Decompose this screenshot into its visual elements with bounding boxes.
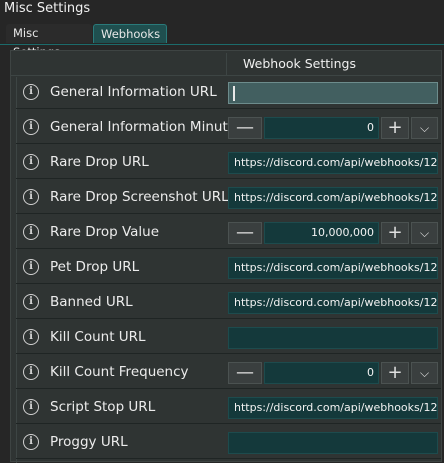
proggy-url-input[interactable]: [228, 432, 438, 454]
rare-drop-value-stepper: —10,000,000 + ⌵: [228, 222, 438, 244]
setting-label: General Information Minutes: [50, 119, 244, 135]
panel-header-title: Webhook Settings: [243, 56, 356, 71]
info-icon[interactable]: i: [23, 434, 39, 450]
setting-row-rare-drop-url: i Rare Drop URL https://discord.com/api/we…: [16, 148, 441, 179]
plus-icon[interactable]: +: [381, 222, 409, 244]
setting-row-general-information-minutes: i General Information Minutes —0 + ⌵: [16, 113, 441, 144]
setting-row-rare-drop-value: i Rare Drop Value —10,000,000 + ⌵: [16, 218, 441, 249]
chevron-down-icon[interactable]: ⌵: [411, 362, 438, 384]
minus-icon[interactable]: —: [228, 362, 262, 384]
tab-bar: Misc Settings Webhooks: [0, 22, 444, 59]
general-information-url-input[interactable]: [228, 82, 438, 104]
info-icon[interactable]: i: [23, 224, 39, 240]
setting-row-script-stop-url: i Script Stop URL https://discord.com/api/…: [16, 393, 441, 424]
window-title: Misc Settings: [4, 1, 91, 16]
setting-label: Script Stop URL: [50, 399, 156, 415]
setting-label: Pet Drop URL: [50, 259, 140, 275]
kill-count-frequency-value[interactable]: 0: [264, 362, 379, 384]
setting-row-rare-drop-screenshot-url: i Rare Drop Screenshot URL https://discord…: [16, 183, 441, 214]
setting-row-kill-count-frequency: i Kill Count Frequency —0 + ⌵: [16, 358, 441, 389]
panel-header: Webhook Settings: [11, 53, 441, 76]
setting-label: Kill Count Frequency: [50, 364, 189, 380]
banned-url-input[interactable]: https://discord.com/api/webhooks/12: [228, 292, 438, 314]
rare-drop-screenshot-url-input[interactable]: https://discord.com/api/webhooks/12: [228, 187, 438, 209]
rare-drop-value-value[interactable]: 10,000,000: [264, 222, 379, 244]
setting-label: Rare Drop URL: [50, 154, 149, 170]
setting-label: Rare Drop Value: [50, 224, 160, 240]
info-icon[interactable]: i: [23, 119, 39, 135]
setting-label: Rare Drop Screenshot URL: [50, 189, 229, 205]
tab-webhooks[interactable]: Webhooks: [93, 24, 167, 43]
info-icon[interactable]: i: [23, 259, 39, 275]
info-icon[interactable]: i: [23, 399, 39, 415]
setting-row-pet-drop-url: i Pet Drop URL https://discord.com/api/web…: [16, 253, 441, 284]
pet-drop-url-input[interactable]: https://discord.com/api/webhooks/12: [228, 257, 438, 279]
rare-drop-url-input[interactable]: https://discord.com/api/webhooks/12: [228, 152, 438, 174]
setting-row-kill-count-url: i Kill Count URL: [16, 323, 441, 354]
tab-misc-settings[interactable]: Misc Settings: [6, 24, 92, 59]
setting-label: General Information URL: [50, 84, 217, 100]
plus-icon[interactable]: +: [381, 362, 409, 384]
info-icon[interactable]: i: [23, 294, 39, 310]
setting-label: Banned URL: [50, 294, 133, 310]
kill-count-url-input[interactable]: [228, 327, 438, 349]
text-caret: [233, 86, 235, 101]
kill-count-frequency-stepper: —0 + ⌵: [228, 362, 438, 384]
info-icon[interactable]: i: [23, 189, 39, 205]
setting-row-proggy-url: i Proggy URL: [16, 428, 441, 459]
chevron-down-icon[interactable]: ⌵: [411, 117, 438, 139]
minus-icon[interactable]: —: [228, 117, 262, 139]
info-icon[interactable]: i: [23, 84, 39, 100]
webhook-settings-panel: Webhook Settings i General Information UR…: [10, 50, 442, 463]
general-information-minutes-stepper: —0 + ⌵: [228, 117, 438, 139]
setting-row-general-information-url: i General Information URL: [16, 78, 441, 109]
chevron-down-icon[interactable]: ⌵: [411, 222, 438, 244]
setting-label: Proggy URL: [50, 434, 128, 450]
info-icon[interactable]: i: [23, 364, 39, 380]
script-stop-url-input[interactable]: https://discord.com/api/webhooks/12: [228, 397, 438, 419]
info-icon[interactable]: i: [23, 154, 39, 170]
general-information-minutes-value[interactable]: 0: [264, 117, 379, 139]
minus-icon[interactable]: —: [228, 222, 262, 244]
setting-label: Kill Count URL: [50, 329, 146, 345]
info-icon[interactable]: i: [23, 329, 39, 345]
setting-row-banned-url: i Banned URL https://discord.com/api/webho…: [16, 288, 441, 319]
plus-icon[interactable]: +: [381, 117, 409, 139]
